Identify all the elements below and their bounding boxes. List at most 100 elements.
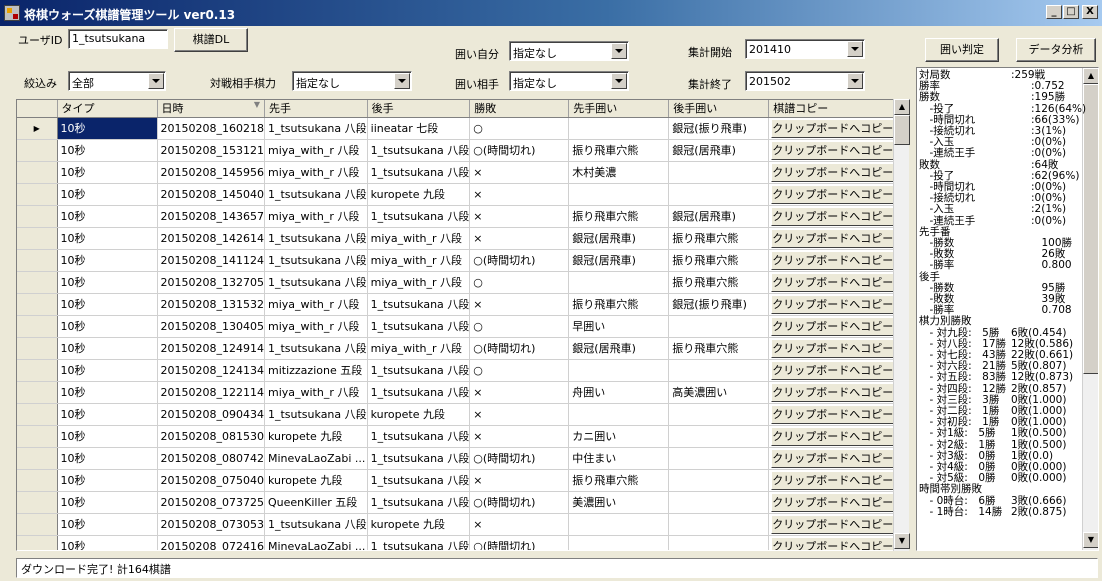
column-header[interactable]: タイプ bbox=[57, 100, 158, 118]
own-castle-select[interactable]: 指定なし bbox=[509, 41, 629, 61]
table-cell[interactable]: 振り飛車穴熊 bbox=[668, 227, 770, 250]
table-row[interactable]: 10秒 20150208_153121 miya_with_r 八段 1_tsutsu… bbox=[17, 139, 898, 162]
table-cell[interactable]: 20150208_143657 bbox=[157, 205, 265, 228]
table-cell[interactable]: 10秒 bbox=[57, 249, 158, 272]
table-row[interactable]: 10秒 20150208_145040 1_tsutsukana 八段 kuropet… bbox=[17, 183, 898, 206]
opp-castle-select[interactable]: 指定なし bbox=[509, 71, 629, 91]
table-cell[interactable]: 20150208_080742 bbox=[157, 447, 265, 470]
table-row[interactable]: 10秒 20150208_124914 1_tsutsukana 八段 miya_wi… bbox=[17, 337, 898, 360]
table-cell[interactable]: miya_with_r 八段 bbox=[367, 271, 471, 294]
table-cell[interactable]: 10秒 bbox=[57, 337, 158, 360]
table-cell[interactable]: 20150208_075040 bbox=[157, 469, 265, 492]
table-cell[interactable]: 10秒 bbox=[57, 359, 158, 382]
row-header[interactable] bbox=[17, 293, 58, 316]
row-header[interactable] bbox=[17, 337, 58, 360]
table-row[interactable]: 10秒 20150208_142614 1_tsutsukana 八段 miya_wi… bbox=[17, 227, 898, 250]
table-cell[interactable]: 20150208_141124 bbox=[157, 249, 265, 272]
scroll-down-icon[interactable]: ▼ bbox=[894, 533, 910, 549]
row-header[interactable] bbox=[17, 425, 58, 448]
table-cell[interactable] bbox=[668, 403, 770, 426]
table-cell[interactable]: 美濃囲い bbox=[568, 491, 670, 514]
column-header[interactable]: 先手囲い bbox=[568, 100, 670, 118]
table-cell[interactable]: 1_tsutsukana 八段 bbox=[367, 359, 471, 382]
table-row[interactable]: 10秒 20150208_132705 1_tsutsukana 八段 miya_wi… bbox=[17, 271, 898, 294]
table-cell[interactable] bbox=[568, 359, 670, 382]
table-row[interactable]: 10秒 20150208_081530 kuropete 九段 1_tsutsukan… bbox=[17, 425, 898, 448]
table-cell[interactable]: × bbox=[469, 227, 570, 250]
table-cell[interactable]: 1_tsutsukana 八段 bbox=[367, 315, 471, 338]
table-cell[interactable]: miya_with_r 八段 bbox=[264, 381, 368, 404]
table-cell[interactable]: 1_tsutsukana 八段 bbox=[264, 337, 368, 360]
row-header[interactable] bbox=[17, 161, 58, 184]
table-cell[interactable]: 銀冠(振り飛車) bbox=[668, 293, 770, 316]
row-header[interactable] bbox=[17, 513, 58, 536]
end-period-select[interactable]: 201502 bbox=[745, 71, 865, 91]
scroll-up-icon[interactable]: ▲ bbox=[1083, 68, 1098, 84]
table-cell[interactable] bbox=[568, 271, 670, 294]
table-cell[interactable]: 20150208_131532 bbox=[157, 293, 265, 316]
table-row[interactable]: 10秒 20150208_075040 kuropete 九段 1_tsutsukan… bbox=[17, 469, 898, 492]
table-cell[interactable]: ○ bbox=[469, 315, 570, 338]
table-cell[interactable]: 木村美濃 bbox=[568, 161, 670, 184]
table-row[interactable]: 10秒 20150208_090434 1_tsutsukana 八段 kuropet… bbox=[17, 403, 898, 426]
table-cell[interactable]: 振り飛車穴熊 bbox=[568, 469, 670, 492]
table-cell[interactable]: 1_tsutsukana 八段 bbox=[264, 271, 368, 294]
table-row[interactable]: ▶ 10秒 20150208_160218 1_tsutsukana 八段 iineat… bbox=[17, 117, 898, 140]
table-cell[interactable]: 10秒 bbox=[57, 183, 158, 206]
table-cell[interactable]: kuropete 九段 bbox=[264, 469, 368, 492]
table-cell[interactable]: × bbox=[469, 205, 570, 228]
user-id-input[interactable]: 1_tsutsukana bbox=[68, 29, 168, 49]
table-cell[interactable]: 10秒 bbox=[57, 381, 158, 404]
row-header[interactable] bbox=[17, 227, 58, 250]
table-row[interactable]: 10秒 20150208_080742 MinevaLaoZabi ... 1_tsu… bbox=[17, 447, 898, 470]
table-cell[interactable]: miya_with_r 八段 bbox=[264, 315, 368, 338]
table-cell[interactable]: 10秒 bbox=[57, 513, 158, 536]
table-cell[interactable]: 銀冠(居飛車) bbox=[568, 227, 670, 250]
table-row[interactable]: 10秒 20150208_072416 MinevaLaoZabi ... 1_tsu… bbox=[17, 535, 898, 550]
copy-to-clipboard-button[interactable]: クリップボードへコピー bbox=[771, 294, 895, 314]
table-cell[interactable]: ○(時間切れ) bbox=[469, 491, 570, 514]
scroll-thumb[interactable] bbox=[894, 115, 910, 145]
table-cell[interactable]: 20150208_160218 bbox=[157, 117, 265, 140]
copy-to-clipboard-button[interactable]: クリップボードへコピー bbox=[771, 250, 895, 270]
table-cell[interactable] bbox=[668, 359, 770, 382]
table-cell[interactable]: × bbox=[469, 425, 570, 448]
row-header[interactable] bbox=[17, 403, 58, 426]
row-header[interactable] bbox=[17, 535, 58, 550]
table-cell[interactable]: 銀冠(居飛車) bbox=[568, 337, 670, 360]
data-analysis-button[interactable]: データ分析 bbox=[1016, 38, 1096, 62]
copy-to-clipboard-button[interactable]: クリップボードへコピー bbox=[771, 492, 895, 512]
table-cell[interactable]: miya_with_r 八段 bbox=[367, 337, 471, 360]
copy-to-clipboard-button[interactable]: クリップボードへコピー bbox=[771, 228, 895, 248]
table-cell[interactable]: miya_with_r 八段 bbox=[264, 161, 368, 184]
table-cell[interactable]: 1_tsutsukana 八段 bbox=[264, 117, 368, 140]
table-cell[interactable]: 10秒 bbox=[57, 425, 158, 448]
table-cell[interactable]: 20150208_073053 bbox=[157, 513, 265, 536]
row-header[interactable] bbox=[17, 315, 58, 338]
table-cell[interactable]: 1_tsutsukana 八段 bbox=[264, 249, 368, 272]
copy-to-clipboard-button[interactable]: クリップボードへコピー bbox=[771, 448, 895, 468]
table-cell[interactable]: 20150208_090434 bbox=[157, 403, 265, 426]
table-row[interactable]: 10秒 20150208_131532 miya_with_r 八段 1_tsutsu… bbox=[17, 293, 898, 316]
table-cell[interactable]: 1_tsutsukana 八段 bbox=[367, 293, 471, 316]
scroll-thumb[interactable] bbox=[1083, 84, 1098, 374]
table-cell[interactable]: × bbox=[469, 293, 570, 316]
table-cell[interactable]: 10秒 bbox=[57, 205, 158, 228]
table-cell[interactable]: 10秒 bbox=[57, 469, 158, 492]
table-cell[interactable]: 1_tsutsukana 八段 bbox=[367, 139, 471, 162]
table-cell[interactable] bbox=[668, 447, 770, 470]
table-cell[interactable]: 10秒 bbox=[57, 293, 158, 316]
copy-to-clipboard-button[interactable]: クリップボードへコピー bbox=[771, 514, 895, 534]
column-header[interactable]: 日時 ▼ bbox=[157, 100, 265, 118]
table-cell[interactable]: 20150208_073725 bbox=[157, 491, 265, 514]
table-cell[interactable]: 10秒 bbox=[57, 535, 158, 550]
table-cell[interactable]: 1_tsutsukana 八段 bbox=[264, 227, 368, 250]
table-cell[interactable]: kuropete 九段 bbox=[367, 403, 471, 426]
table-cell[interactable] bbox=[668, 315, 770, 338]
table-cell[interactable]: ○(時間切れ) bbox=[469, 139, 570, 162]
table-cell[interactable] bbox=[568, 183, 670, 206]
download-button[interactable]: 棋譜DL bbox=[174, 28, 248, 52]
table-cell[interactable]: ○(時間切れ) bbox=[469, 535, 570, 550]
table-cell[interactable]: 20150208_130405 bbox=[157, 315, 265, 338]
table-row[interactable]: 10秒 20150208_073725 QueenKiller 五段 1_tsutsu… bbox=[17, 491, 898, 514]
